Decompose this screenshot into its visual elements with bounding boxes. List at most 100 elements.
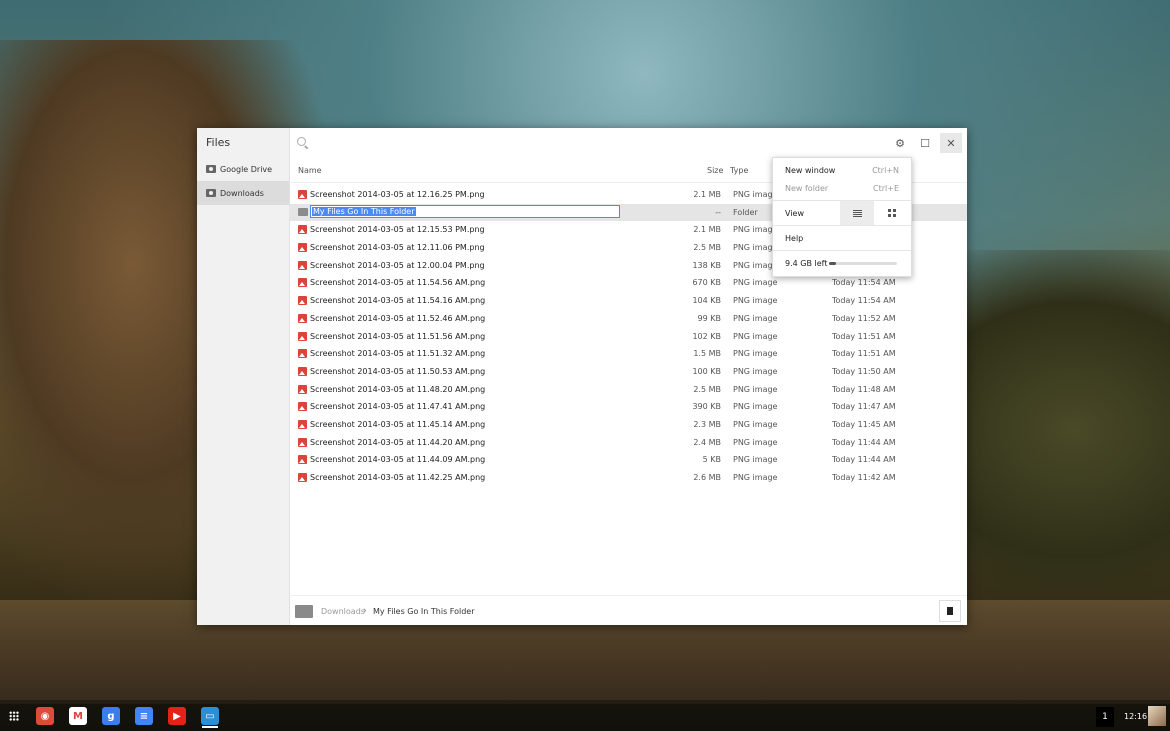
table-row[interactable]: Screenshot 2014-03-05 at 11.54.16 AM.png… — [289, 292, 967, 310]
type-column-header[interactable]: Type — [730, 166, 748, 175]
table-row[interactable]: Screenshot 2014-03-05 at 11.51.56 AM.png… — [289, 328, 967, 346]
file-date: Today 11:45 AM — [832, 419, 896, 429]
help-item[interactable]: Help — [785, 234, 803, 243]
rename-input[interactable]: My Files Go In This Folder — [310, 204, 620, 218]
avatar[interactable] — [1148, 706, 1166, 726]
image-file-icon — [298, 331, 307, 341]
table-row[interactable]: Screenshot 2014-03-05 at 11.52.46 AM.png… — [289, 310, 967, 328]
file-date: Today 11:50 AM — [832, 366, 896, 376]
table-row[interactable]: Screenshot 2014-03-05 at 11.44.09 AM.png… — [289, 451, 967, 469]
grid-view-button[interactable] — [875, 201, 909, 225]
app-launcher-icon[interactable] — [9, 711, 19, 721]
file-date: Today 11:44 AM — [832, 455, 896, 465]
file-type: PNG image — [733, 296, 778, 306]
delete-button[interactable] — [939, 600, 961, 622]
table-row[interactable]: Screenshot 2014-03-05 at 11.50.53 AM.png… — [289, 363, 967, 381]
file-type: Folder — [733, 207, 758, 217]
file-name: Screenshot 2014-03-05 at 12.11.06 PM.png — [310, 243, 485, 253]
image-file-icon — [298, 243, 307, 253]
file-date: Today 11:54 AM — [832, 296, 896, 306]
file-size: 138 KB — [692, 260, 721, 270]
sidebar-item-google-drive[interactable]: Google Drive — [197, 157, 289, 181]
google-plus-icon[interactable]: g — [102, 707, 120, 725]
file-size: 2.6 MB — [693, 473, 721, 482]
close-icon: ✕ — [946, 136, 956, 150]
file-size: 2.1 MB — [693, 225, 721, 235]
file-type: PNG image — [733, 278, 778, 288]
size-column-header[interactable]: Size — [707, 166, 723, 175]
footer: Downloads › My Files Go In This Folder — [289, 595, 967, 626]
file-name: Screenshot 2014-03-05 at 11.42.25 AM.png — [310, 473, 486, 482]
menu-divider — [773, 250, 911, 251]
sidebar-item-downloads[interactable]: Downloads — [197, 181, 289, 205]
drive-icon — [206, 165, 216, 173]
file-type: PNG image — [733, 260, 778, 270]
file-type: PNG image — [733, 455, 778, 465]
image-file-icon — [298, 473, 307, 482]
file-date: Today 11:44 AM — [832, 437, 896, 447]
gmail-icon[interactable]: M — [69, 707, 87, 725]
maximize-button[interactable]: ☐ — [914, 133, 936, 153]
table-row[interactable]: Screenshot 2014-03-05 at 11.47.41 AM.png… — [289, 398, 967, 416]
file-name: Screenshot 2014-03-05 at 12.00.04 PM.png — [310, 260, 485, 270]
file-type: PNG image — [733, 384, 778, 394]
settings-button[interactable]: ⚙ — [889, 133, 911, 153]
table-row[interactable]: Screenshot 2014-03-05 at 11.42.25 AM.png… — [289, 469, 967, 487]
file-size: 670 KB — [692, 278, 721, 288]
list-view-button[interactable] — [840, 201, 874, 225]
app-title: Files — [206, 136, 231, 149]
chrome-icon[interactable]: ◉ — [36, 707, 54, 725]
file-name: Screenshot 2014-03-05 at 12.15.53 PM.png — [310, 225, 485, 235]
table-row[interactable]: Screenshot 2014-03-05 at 11.45.14 AM.png… — [289, 416, 967, 434]
storage-bar-fill — [829, 262, 836, 265]
search-icon — [297, 137, 306, 146]
file-type: PNG image — [733, 366, 778, 376]
file-type: PNG image — [733, 473, 778, 482]
close-button[interactable]: ✕ — [940, 133, 962, 153]
image-file-icon — [298, 419, 307, 429]
new-folder-shortcut: Ctrl+E — [873, 184, 899, 193]
file-size: -- — [715, 207, 721, 217]
file-name: Screenshot 2014-03-05 at 11.50.53 AM.png — [310, 366, 486, 376]
view-label: View — [785, 209, 804, 218]
new-folder-item[interactable]: New folder — [785, 184, 828, 193]
file-name: Screenshot 2014-03-05 at 11.52.46 AM.png — [310, 313, 486, 323]
breadcrumb-separator: › — [363, 606, 367, 616]
files-icon[interactable]: ▭ — [201, 707, 219, 728]
name-column-header[interactable]: Name — [298, 166, 322, 175]
sidebar-item-label: Downloads — [220, 188, 264, 198]
file-size: 5 KB — [702, 455, 721, 465]
search-input[interactable] — [313, 134, 877, 154]
image-file-icon — [298, 296, 307, 306]
menu-divider — [773, 225, 911, 226]
new-window-shortcut: Ctrl+N — [872, 166, 899, 175]
sidebar-item-label: Google Drive — [220, 164, 273, 174]
file-size: 104 KB — [692, 296, 721, 306]
youtube-icon[interactable]: ▶ — [168, 707, 186, 725]
clock[interactable]: 12:16 — [1124, 712, 1147, 721]
shelf: ◉ Mg ≡ ▶ ▭ 1 12:16 — [0, 704, 1170, 731]
table-row[interactable]: Screenshot 2014-03-05 at 11.44.20 AM.png… — [289, 434, 967, 452]
notification-badge[interactable]: 1 — [1096, 707, 1114, 727]
file-name: Screenshot 2014-03-05 at 11.51.56 AM.png — [310, 331, 486, 341]
breadcrumb-current[interactable]: My Files Go In This Folder — [373, 607, 475, 616]
file-date: Today 11:52 AM — [832, 313, 896, 323]
table-row[interactable]: Screenshot 2014-03-05 at 11.48.20 AM.png… — [289, 381, 967, 399]
file-type: PNG image — [733, 419, 778, 429]
file-date: Today 11:42 AM — [832, 473, 896, 482]
file-type: PNG image — [733, 313, 778, 323]
file-name: Screenshot 2014-03-05 at 11.44.09 AM.png — [310, 455, 486, 465]
docs-icon[interactable]: ≡ — [135, 707, 153, 725]
file-name: Screenshot 2014-03-05 at 12.16.25 PM.png — [310, 190, 485, 199]
file-size: 1.5 MB — [693, 349, 721, 359]
file-size: 2.3 MB — [693, 419, 721, 429]
file-size: 390 KB — [692, 402, 721, 412]
file-type: PNG image — [733, 437, 778, 447]
image-file-icon — [298, 225, 307, 235]
breadcrumb-downloads[interactable]: Downloads — [321, 607, 365, 616]
table-row[interactable]: Screenshot 2014-03-05 at 11.54.56 AM.png… — [289, 274, 967, 292]
table-row[interactable]: Screenshot 2014-03-05 at 11.51.32 AM.png… — [289, 345, 967, 363]
new-window-item[interactable]: New window — [785, 166, 835, 175]
downloads-icon — [206, 189, 216, 197]
file-size: 100 KB — [692, 366, 721, 376]
